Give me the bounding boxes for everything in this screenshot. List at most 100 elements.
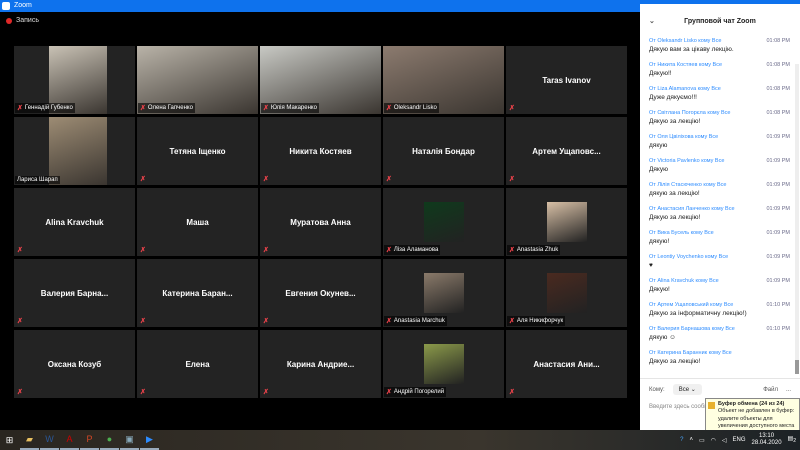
clipboard-icon	[708, 402, 715, 409]
participant-avatar	[546, 202, 587, 242]
chat-message: От Liza Alamanova кому Все 01:08 PM Дуже д…	[649, 86, 794, 101]
participant-tile[interactable]: ✗ Андрій Погорелий	[383, 330, 504, 398]
participant-tile[interactable]: Оксана Козуб ✗	[14, 330, 135, 398]
participant-tile[interactable]: Лариса Шарап	[14, 117, 135, 185]
message-sender[interactable]: От Liza Alamanova кому Все	[649, 86, 721, 92]
participant-name: Катерина Баран...	[162, 288, 233, 298]
recipient-select[interactable]: Все ⌄	[672, 384, 702, 395]
message-text: дякую	[649, 142, 668, 149]
chat-message: От Оля Цвіліхова кому Все 01:09 PM дякую	[649, 134, 794, 149]
message-sender[interactable]: От Leontiy Voychenko кому Все	[649, 254, 728, 260]
muted-mic-icon: ✗	[140, 318, 146, 325]
window-title: Zoom	[14, 2, 32, 9]
wifi-icon[interactable]: ◠	[711, 437, 716, 444]
more-button[interactable]: ...	[786, 387, 791, 393]
message-text: Дякую за інформатичну лекцію!)	[649, 310, 747, 317]
chat-scrollbar[interactable]	[795, 64, 799, 374]
participant-tile[interactable]: ✗ Аля Никифорчук	[506, 259, 627, 327]
message-sender[interactable]: От Никита Костяев кому Все	[649, 62, 722, 68]
message-sender[interactable]: От Вика Бусель кому Все	[649, 230, 714, 236]
volume-icon[interactable]: ◁	[722, 437, 727, 444]
participant-tile[interactable]: Елена ✗	[137, 330, 258, 398]
chrome-icon[interactable]: ●	[100, 430, 119, 450]
participant-name: Оксана Козуб	[47, 359, 102, 369]
word-icon[interactable]: W	[40, 430, 59, 450]
clock[interactable]: 13:10 28.04.2020	[752, 433, 782, 447]
file-button[interactable]: Файл	[763, 387, 778, 393]
participant-name: Геннадій Губенко	[24, 105, 73, 111]
participant-tile[interactable]: ✗ Oleksandr Lisko	[383, 46, 504, 114]
chat-message: От Валерия Барнашова кому Все 01:10 PM дяк…	[649, 326, 794, 341]
participant-tile[interactable]: Маша ✗	[137, 188, 258, 256]
participant-tile[interactable]: Никита Костяев ✗	[260, 117, 381, 185]
battery-icon[interactable]: ▭	[699, 437, 705, 444]
chevron-up-icon[interactable]: ˄	[689, 437, 693, 443]
participant-name: Юлія Макаренко	[270, 105, 317, 111]
message-sender[interactable]: От Катерина Баранник кому Все	[649, 350, 732, 356]
participant-name: Муратова Анна	[290, 217, 351, 227]
participant-tile[interactable]: Евгения Окунев... ✗	[260, 259, 381, 327]
message-sender[interactable]: От Анастасия Ланченко кому Все	[649, 206, 735, 212]
participant-tile[interactable]: Наталія Бондар ✗	[383, 117, 504, 185]
zoom-logo-icon	[2, 2, 10, 10]
participant-tile[interactable]: ✗ Anastasia Marchuk	[383, 259, 504, 327]
participant-name: Лариса Шарап	[17, 177, 58, 183]
participant-tile[interactable]: Артем Ущаповс... ✗	[506, 117, 627, 185]
participant-tile[interactable]: ✗ Anastasia Zhuk	[506, 188, 627, 256]
participant-tile[interactable]: ✗ Юлія Макаренко	[260, 46, 381, 114]
language-indicator[interactable]: ENG	[733, 437, 746, 443]
notifications-icon[interactable]: ▤2	[788, 435, 796, 444]
muted-mic-icon: ✗	[386, 105, 392, 112]
message-sender[interactable]: От Лілія Стасюченко кому Все	[649, 182, 726, 188]
message-sender[interactable]: От Оля Цвіліхова кому Все	[649, 134, 718, 140]
participant-name: Тетяна Іщенко	[169, 146, 226, 156]
participant-name: Аля Никифорчук	[516, 318, 564, 324]
message-sender[interactable]: От Oleksandr Lisko кому Все	[649, 38, 721, 44]
participant-tile[interactable]: Катерина Баран... ✗	[137, 259, 258, 327]
participant-tile[interactable]: Валерия Барна... ✗	[14, 259, 135, 327]
acrobat-icon[interactable]: A	[60, 430, 79, 450]
muted-mic-icon: ✗	[263, 318, 269, 325]
file-explorer-icon[interactable]: ▰	[20, 430, 39, 450]
participant-tile[interactable]: Анастасия Ани... ✗	[506, 330, 627, 398]
participant-name: Елена	[185, 359, 210, 369]
message-sender[interactable]: От Alina Kravchuk кому Все	[649, 278, 719, 284]
participant-name: Андрій Погорелий	[393, 389, 445, 395]
participant-tile[interactable]: Alina Kravchuk ✗	[14, 188, 135, 256]
chat-message: От Катерина Баранник кому Все Дякую за ле…	[649, 350, 794, 365]
chat-panel: ⌄ Групповой чат Zoom От Oleksandr Lisko к…	[640, 0, 800, 430]
chat-title: Групповой чат Zoom	[684, 17, 756, 25]
chevron-down-icon[interactable]: ⌄	[649, 17, 655, 25]
message-sender[interactable]: От Артем Ущаповський кому Все	[649, 302, 733, 308]
chat-message: От Leontiy Voychenko кому Все 01:09 PM ♥	[649, 254, 794, 269]
message-sender[interactable]: От Валерия Барнашова кому Все	[649, 326, 735, 332]
participant-tile[interactable]: ✗ Олена Гапченко	[137, 46, 258, 114]
zoom-icon[interactable]: ▶	[140, 430, 159, 450]
muted-mic-icon: ✗	[17, 389, 23, 396]
start-button[interactable]: ⊞	[0, 430, 19, 450]
taskbar: ⊞ ▰ W A P ● ▣ ▶ ? ˄ ▭ ◠ ◁ ENG 13:10 28.04.2020 …	[0, 430, 800, 450]
participant-name: Карина Андрие...	[286, 359, 355, 369]
participant-video	[49, 117, 107, 185]
participant-tile[interactable]: Карина Андрие... ✗	[260, 330, 381, 398]
muted-mic-icon: ✗	[509, 318, 515, 325]
message-text: Дякую вам за цікаву лекцію.	[649, 46, 734, 53]
message-time: 01:09 PM	[766, 182, 790, 188]
recording-indicator[interactable]: Запись	[6, 17, 39, 24]
muted-mic-icon: ✗	[509, 389, 515, 396]
participant-tile[interactable]: Муратова Анна ✗	[260, 188, 381, 256]
message-time: 01:10 PM	[766, 302, 790, 308]
muted-mic-icon: ✗	[386, 318, 392, 325]
message-time: 01:09 PM	[766, 206, 790, 212]
powerpoint-icon[interactable]: P	[80, 430, 99, 450]
participant-tile[interactable]: ✗ Геннадій Губенко	[14, 46, 135, 114]
help-icon[interactable]: ?	[680, 437, 683, 443]
participant-tile[interactable]: ✗ Ліза Аламанова	[383, 188, 504, 256]
chat-message: От Світлана Погорєла кому Все 01:08 PM Дяк…	[649, 110, 794, 125]
message-text: Дякую	[649, 166, 668, 173]
message-sender[interactable]: От Світлана Погорєла кому Все	[649, 110, 730, 116]
participant-tile[interactable]: Taras Ivanov ✗	[506, 46, 627, 114]
message-sender[interactable]: От Victoria Pavlenko кому Все	[649, 158, 724, 164]
photos-icon[interactable]: ▣	[120, 430, 139, 450]
participant-tile[interactable]: Тетяна Іщенко ✗	[137, 117, 258, 185]
